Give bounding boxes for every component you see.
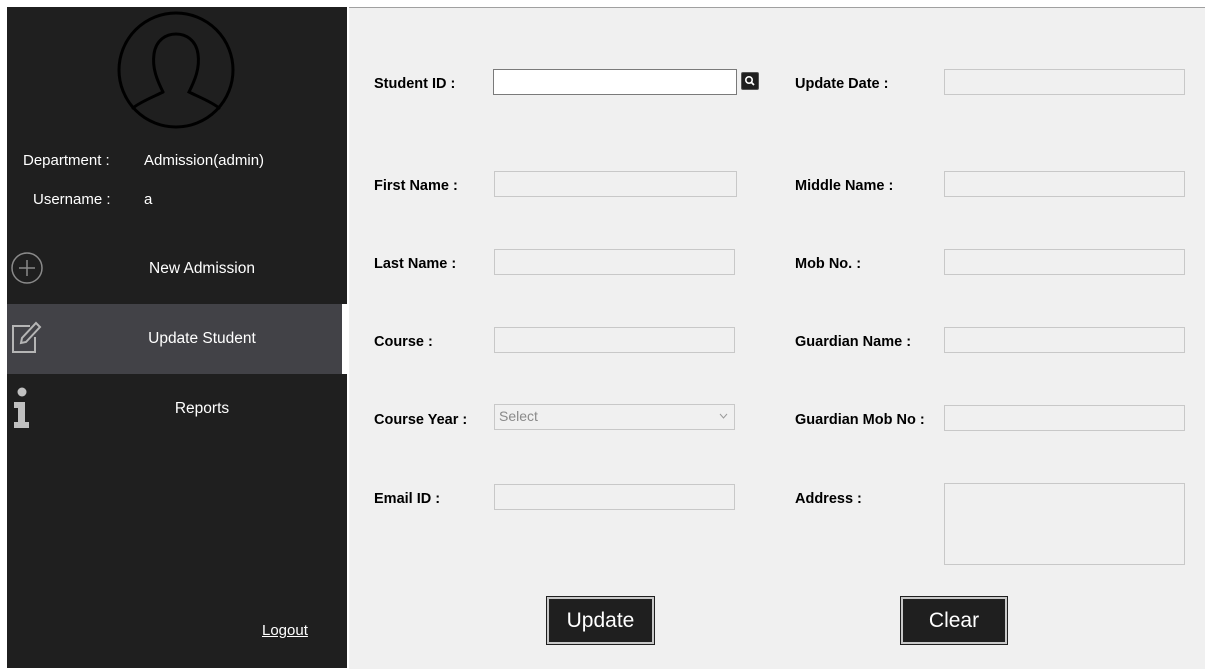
clear-button[interactable]: Clear [900,596,1008,645]
guardian-name-label: Guardian Name : [795,334,912,350]
student-id-label: Student ID : [374,76,456,92]
email-id-input[interactable] [494,484,735,510]
mob-no-input[interactable] [944,249,1185,275]
nav-update-student[interactable]: Update Student [7,304,347,374]
department-label: Department : [23,152,110,169]
edit-icon [12,321,42,353]
nav-reports-label: Reports [174,400,230,417]
username-label: Username : [33,191,111,208]
course-label: Course : [374,334,433,350]
logout-link[interactable]: Logout [262,622,308,639]
course-year-label: Course Year : [374,412,468,428]
nav-new-admission[interactable]: New Admission [7,234,347,304]
last-name-input[interactable] [494,249,735,275]
course-year-select[interactable]: Select [494,404,735,430]
update-date-label: Update Date : [795,76,889,92]
middle-name-label: Middle Name : [795,178,894,194]
guardian-name-input[interactable] [944,327,1185,353]
course-input[interactable] [494,327,735,353]
nav-reports[interactable]: Reports [7,374,347,444]
info-icon [14,387,29,428]
guardian-mob-no-input[interactable] [944,405,1185,431]
student-id-input[interactable] [493,69,737,95]
active-indicator [342,304,347,374]
mob-no-label: Mob No. : [795,256,862,272]
address-label: Address : [795,491,862,507]
last-name-label: Last Name : [374,256,457,272]
guardian-mob-no-label: Guardian Mob No : [795,412,925,428]
username-value: a [144,191,153,208]
first-name-label: First Name : [374,178,458,194]
nav-new-admission-label: New Admission [149,260,255,277]
plus-circle-icon [11,252,43,284]
chevron-down-icon [719,413,728,419]
update-student-form: Student ID : Update Date : First Name : … [349,7,1205,669]
update-date-field[interactable] [944,69,1185,95]
update-button[interactable]: Update [546,596,655,645]
nav-update-student-label: Update Student [148,330,256,347]
search-button[interactable] [741,72,759,90]
email-id-label: Email ID : [374,491,441,507]
first-name-input[interactable] [494,171,737,197]
user-avatar-icon [117,11,235,129]
course-year-selected: Select [499,408,538,424]
search-icon [744,75,755,86]
sidebar: Department : Admission(admin) Username :… [7,7,347,668]
address-textarea[interactable] [944,483,1185,565]
middle-name-input[interactable] [944,171,1185,197]
department-value: Admission(admin) [144,152,265,169]
